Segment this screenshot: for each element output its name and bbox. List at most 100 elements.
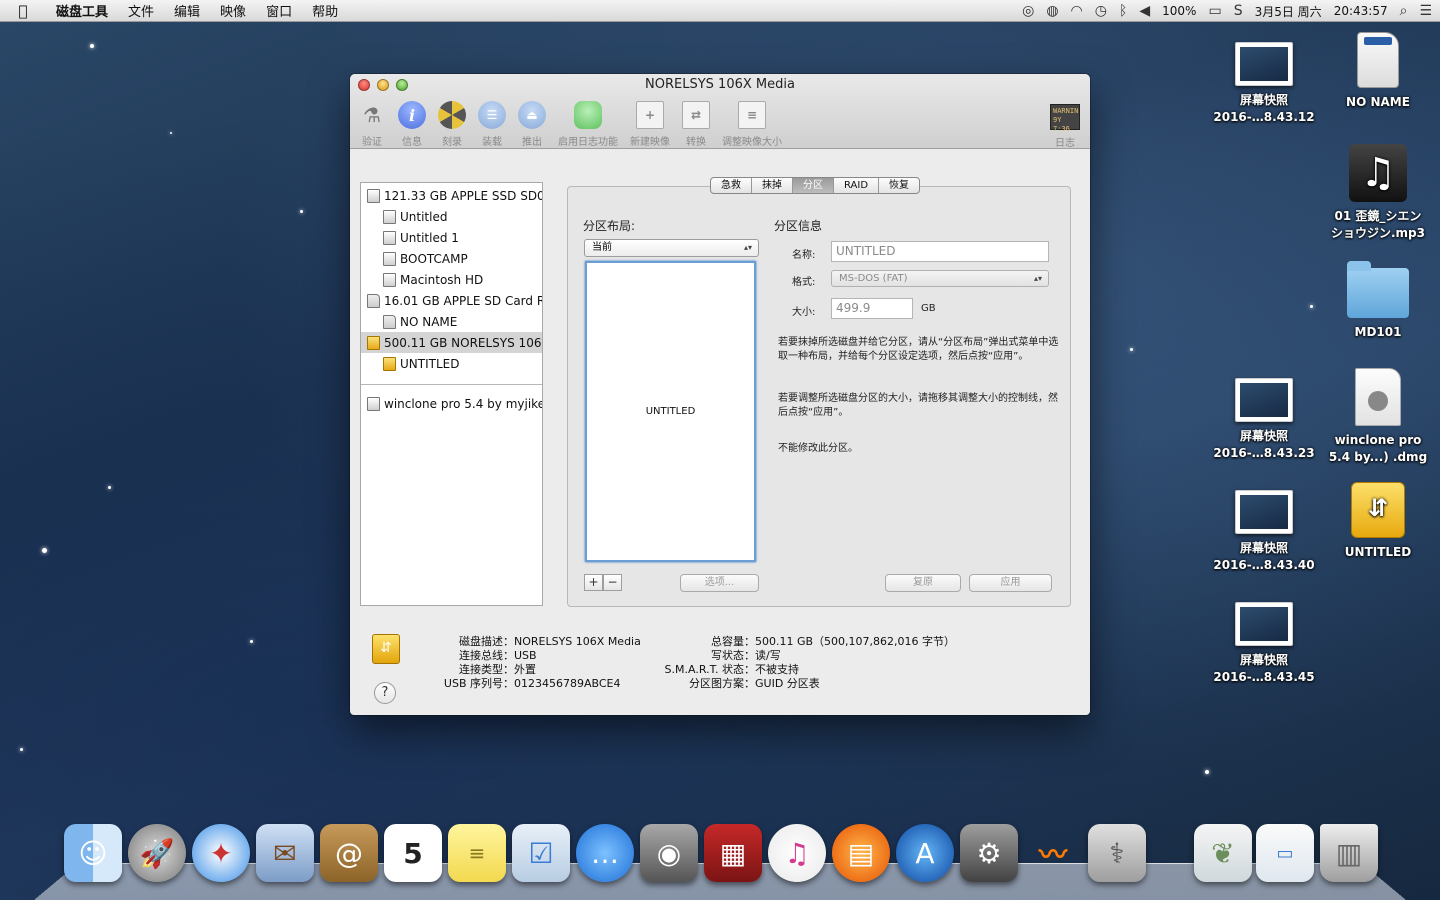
desktop-icon-md101[interactable]: MD101	[1323, 261, 1433, 341]
toolbar-label: 验证	[362, 137, 382, 148]
size-field[interactable]: 499.9	[831, 298, 913, 319]
battery-icon[interactable]: ▭	[1208, 3, 1221, 19]
itunes-icon[interactable]: ♫	[768, 824, 826, 882]
safari-icon[interactable]: ✦	[192, 824, 250, 882]
menu-file[interactable]: 文件	[118, 1, 164, 20]
desktop-icon-winclone-dmg[interactable]: winclone pro 5.4 by...) .dmg	[1323, 368, 1433, 466]
toolbar-resize-image-button[interactable]: ≡ 调整映像大小	[722, 101, 782, 148]
desktop-icon-no-name[interactable]: NO NAME	[1323, 32, 1433, 111]
desktop-icon-screenshot-3[interactable]: 屏幕快照 2016-…8.43.40	[1209, 490, 1319, 574]
sidebar-item-label: 500.11 GB NORELSYS 106X...	[384, 335, 542, 350]
desktop-icon-screenshot-1[interactable]: 屏幕快照 2016-…8.43.12	[1209, 42, 1319, 126]
image-file-icon[interactable]: ❦	[1194, 824, 1252, 882]
menubar-clock[interactable]: 20:43:57	[1334, 4, 1388, 18]
photo-booth-icon[interactable]: ▦	[704, 824, 762, 882]
time-machine-icon[interactable]: ◷	[1095, 3, 1107, 19]
help-button[interactable]: ?	[374, 682, 396, 704]
launchpad-icon[interactable]: 🚀	[128, 824, 186, 882]
wifi-icon[interactable]: ◠	[1071, 3, 1083, 19]
toolbar-log-button[interactable]: WARNIN 9Y 7:36 日志	[1050, 104, 1080, 149]
toolbar-burn-button[interactable]: 刻录	[438, 101, 466, 148]
finder-icon[interactable]: ☺	[64, 824, 122, 882]
tab-bar: 急救 抹掉 分区 RAID 恢复	[710, 177, 921, 194]
tab-first-aid[interactable]: 急救	[711, 178, 752, 193]
sidebar-item-winclone-dmg[interactable]: winclone pro 5.4 by myjike...	[361, 393, 542, 414]
bluetooth-icon[interactable]: ᛒ	[1119, 3, 1127, 19]
star	[108, 486, 111, 489]
disk-image-icon	[367, 396, 380, 411]
sidebar-item-untitled-1[interactable]: Untitled 1	[361, 227, 542, 248]
desktop-icon-label: MD101	[1354, 325, 1402, 339]
tab-raid[interactable]: RAID	[834, 178, 880, 193]
messages-icon[interactable]: …	[576, 824, 634, 882]
sidebar-item-norelsys[interactable]: 500.11 GB NORELSYS 106X...	[361, 332, 542, 353]
menu-window[interactable]: 窗口	[256, 1, 302, 20]
spotlight-icon[interactable]: ⌕	[1400, 3, 1408, 19]
options-button[interactable]: 选项...	[680, 574, 759, 592]
screenshot-file-icon	[1235, 602, 1293, 646]
sidebar-item-label: UNTITLED	[400, 356, 460, 371]
menu-help[interactable]: 帮助	[302, 1, 348, 20]
creative-cloud-icon[interactable]: ◍	[1046, 3, 1058, 19]
disk-utility-icon[interactable]: ⚕	[1088, 824, 1146, 882]
volume-icon	[383, 251, 396, 266]
toolbar-convert-button[interactable]: ⇄ 转换	[682, 101, 710, 148]
facetime-icon[interactable]: ◉	[640, 824, 698, 882]
apply-button[interactable]: 应用	[969, 574, 1052, 592]
notification-center-icon[interactable]: ☰	[1419, 3, 1432, 19]
notes-icon[interactable]: ≡	[448, 824, 506, 882]
system-preferences-icon[interactable]: ⚙	[960, 824, 1018, 882]
format-select[interactable]: MS-DOS (FAT) ▴▾	[831, 270, 1049, 287]
contacts-icon[interactable]: @	[320, 824, 378, 882]
downloads-stack-icon[interactable]: ▭	[1256, 824, 1314, 882]
layout-select[interactable]: 当前 ▴▾	[584, 239, 759, 257]
toolbar-info-button[interactable]: i 信息	[398, 101, 426, 148]
vpn-icon[interactable]: ◎	[1022, 3, 1034, 19]
info-serial: USB 序列号：0123456789ABCE4	[436, 675, 621, 691]
tab-restore[interactable]: 恢复	[879, 178, 919, 193]
remove-partition-button[interactable]: −	[603, 574, 622, 591]
sidebar-item-macintosh-hd[interactable]: Macintosh HD	[361, 269, 542, 290]
ibooks-icon[interactable]: ▤	[832, 824, 890, 882]
battery-percent[interactable]: 100%	[1162, 4, 1196, 18]
trash-icon[interactable]: ▥	[1320, 824, 1378, 882]
toolbar-label: 信息	[402, 137, 422, 148]
sidebar-item-apple-ssd[interactable]: 121.33 GB APPLE SSD SD0...	[361, 185, 542, 206]
desktop-icon-mp3[interactable]: ♫ 01 歪鏡_シエン ショウジン.mp3	[1323, 144, 1433, 242]
calendar-icon[interactable]: 5	[384, 824, 442, 882]
sidebar-item-no-name[interactable]: NO NAME	[361, 311, 542, 332]
menubar-date[interactable]: 3月5日 周六	[1255, 3, 1322, 20]
partition-map[interactable]: UNTITLED	[585, 261, 756, 562]
menu-app[interactable]: 磁盘工具	[46, 1, 118, 20]
add-partition-button[interactable]: +	[584, 574, 603, 591]
toolbar-journal-button[interactable]: 启用日志功能	[558, 101, 618, 148]
sidebar-item-sd-card[interactable]: 16.01 GB APPLE SD Card R...	[361, 290, 542, 311]
sd-card-icon	[383, 314, 396, 329]
desktop-icon-screenshot-4[interactable]: 屏幕快照 2016-…8.43.45	[1209, 602, 1319, 686]
toolbar-new-image-button[interactable]: + 新建映像	[630, 101, 670, 148]
menu-edit[interactable]: 编辑	[164, 1, 210, 20]
sidebar-item-untitled[interactable]: Untitled	[361, 206, 542, 227]
toolbar-mount-button[interactable]: ☰ 装载	[478, 101, 506, 148]
tab-partition[interactable]: 分区	[793, 178, 834, 193]
star	[1130, 348, 1133, 351]
volume-icon[interactable]: ◀	[1139, 3, 1150, 19]
mail-icon[interactable]: ✉	[256, 824, 314, 882]
sidebar-item-untitled-usb[interactable]: UNTITLED	[361, 353, 542, 374]
toolbar: ⚗ 验证 i 信息 刻录 ☰ 装载 ⏏ 推出 启用日志功能 + 新建映像 ⇄ 转…	[358, 101, 1082, 149]
xunlei-icon[interactable]: 〰	[1024, 824, 1082, 882]
sidebar-item-bootcamp[interactable]: BOOTCAMP	[361, 248, 542, 269]
popup-arrows-icon: ▴▾	[743, 243, 752, 252]
apple-menu-icon[interactable]: 	[0, 2, 46, 20]
revert-button[interactable]: 复原	[885, 574, 961, 592]
input-method-icon[interactable]: S	[1234, 3, 1243, 19]
toolbar-eject-button[interactable]: ⏏ 推出	[518, 101, 546, 148]
reminders-icon[interactable]: ☑	[512, 824, 570, 882]
desktop-icon-screenshot-2[interactable]: 屏幕快照 2016-…8.43.23	[1209, 378, 1319, 462]
menu-image[interactable]: 映像	[210, 1, 256, 20]
app-store-icon[interactable]: A	[896, 824, 954, 882]
desktop-icon-untitled[interactable]: ⇵ UNTITLED	[1323, 482, 1433, 561]
tab-erase[interactable]: 抹掉	[752, 178, 793, 193]
toolbar-verify-button[interactable]: ⚗ 验证	[358, 101, 386, 148]
name-field[interactable]: UNTITLED	[831, 241, 1049, 262]
